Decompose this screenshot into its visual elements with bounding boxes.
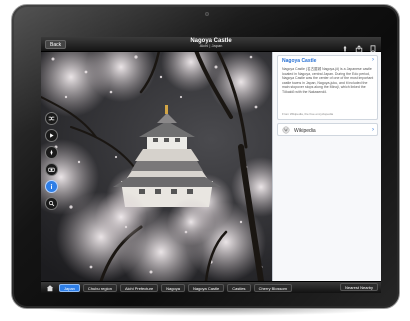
tag-nagoya-castle[interactable]: Nagoya Castle <box>187 283 225 292</box>
tag-cherry-blossom[interactable]: Cherry Blossom <box>253 283 293 292</box>
article-footer: From Wikipedia, the free encyclopedia <box>282 112 334 116</box>
front-camera <box>205 12 209 16</box>
bookmark-icon[interactable] <box>369 40 377 54</box>
info-side-panel: Nagoya Castle › Nagoya Castle (名古屋城 Nago… <box>272 52 381 281</box>
search-button[interactable] <box>45 197 58 210</box>
top-actions <box>341 40 377 54</box>
app-screen: Back Nagoya Castle Aichi | Japan Nagoya … <box>41 37 381 293</box>
top-nav-bar: Back Nagoya Castle Aichi | Japan <box>41 37 381 54</box>
tag-chubu-region[interactable]: Chubu region <box>82 283 117 292</box>
article-title: Nagoya Castle <box>282 58 317 64</box>
page-subtitle: Aichi | Japan <box>199 43 223 48</box>
article-text: Nagoya Castle (名古屋城 Nagoya-jō) is a Japa… <box>282 67 374 94</box>
article-card[interactable]: Nagoya Castle › Nagoya Castle (名古屋城 Nago… <box>277 55 378 120</box>
camera-icon <box>48 167 55 172</box>
home-icon <box>46 284 54 291</box>
chevron-right-icon: › <box>372 127 374 133</box>
stage: Back Nagoya Castle Aichi | Japan Nagoya … <box>0 0 410 321</box>
back-button[interactable]: Back <box>45 40 67 49</box>
tag-castles[interactable]: Castles <box>227 283 251 292</box>
compass-icon <box>50 149 53 156</box>
chevron-right-icon: › <box>372 57 374 63</box>
play-icon <box>50 133 54 138</box>
pin-icon[interactable] <box>341 40 349 53</box>
shuffle-icon <box>48 116 55 121</box>
play-button[interactable] <box>45 129 58 142</box>
svg-text:W: W <box>284 128 288 133</box>
shuffle-button[interactable] <box>45 112 58 125</box>
compass-button[interactable] <box>45 146 58 159</box>
camera-button[interactable] <box>45 163 58 176</box>
tag-aichi-prefecture[interactable]: Aichi Prefecture <box>119 283 159 292</box>
wikipedia-icon: W <box>282 126 290 134</box>
tag-japan[interactable]: Japan <box>59 283 80 292</box>
title-area: Nagoya Castle Aichi | Japan <box>151 38 271 48</box>
home-button[interactable] <box>44 283 56 292</box>
bottom-tag-bar: Japan Chubu region Aichi Prefecture Nago… <box>41 281 381 293</box>
wikipedia-title: Wikipedia <box>294 128 316 134</box>
nearest-button[interactable]: Nearest Nearby <box>339 283 378 291</box>
search-icon <box>48 200 55 207</box>
share-icon[interactable] <box>355 40 363 53</box>
info-button[interactable] <box>45 180 58 193</box>
tag-nagoya[interactable]: Nagoya <box>161 283 185 292</box>
info-icon <box>50 184 53 189</box>
wikipedia-card[interactable]: W Wikipedia › <box>277 123 378 136</box>
